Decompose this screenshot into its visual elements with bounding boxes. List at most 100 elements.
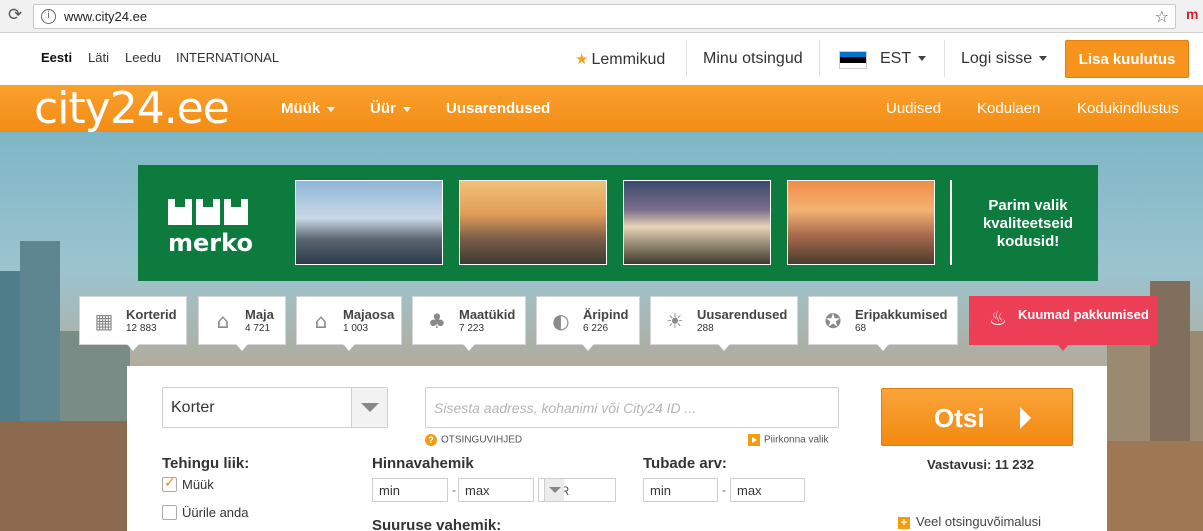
top-navigation: Eesti Läti Leedu INTERNATIONAL ★ Lemmikud… [0, 33, 1203, 85]
deal-sale-checkbox[interactable] [162, 475, 177, 492]
flame-icon: ♨ [989, 306, 1007, 330]
category-house-part[interactable]: ⌂ Majaosa 1 003 [296, 296, 402, 351]
merko-banner[interactable]: merko Parim valik kvaliteetseid kodusid! [138, 165, 1098, 281]
language-dropdown[interactable]: EST [880, 50, 927, 68]
new-development-icon: ☀ [666, 309, 684, 333]
site-info-icon[interactable]: i [41, 9, 56, 24]
add-listing-button[interactable]: Lisa kuulutus [1065, 40, 1189, 78]
deal-type-label: Tehingu liik: [162, 455, 250, 472]
currency-select[interactable]: EUR [538, 478, 616, 502]
category-count: 12 883 [126, 323, 157, 334]
reload-icon[interactable]: ⟳ [8, 5, 22, 25]
more-options-label: Veel otsinguvõimalusi [916, 514, 1042, 529]
lang-international[interactable]: INTERNATIONAL [176, 50, 279, 65]
address-bar[interactable]: i www.city24.ee ☆ [33, 4, 1176, 29]
category-count: 68 [855, 323, 867, 334]
building-photo [623, 180, 771, 265]
main-navigation: city24.ee Müük Üür Uusarendused Uudised … [0, 85, 1203, 132]
bookmark-star-icon[interactable]: ☆ [1155, 7, 1169, 26]
more-options-link[interactable]: + Veel otsinguvõimalusi [898, 514, 1041, 529]
category-count: 288 [697, 323, 714, 334]
favorites-star-icon: ★ [575, 50, 589, 68]
language-label: EST [880, 50, 912, 67]
category-commercial[interactable]: ◐ Äripind 6 226 [536, 296, 640, 351]
estonia-flag-icon[interactable] [839, 51, 867, 69]
login-label: Logi sisse [961, 50, 1033, 67]
property-type-value: Korter [171, 399, 215, 416]
category-count: 4 721 [245, 323, 271, 334]
divider [819, 40, 820, 77]
category-hot-offers[interactable]: ♨ Kuumad pakkumised [969, 296, 1157, 351]
lang-lati[interactable]: Läti [88, 50, 109, 65]
building-photo [295, 180, 443, 265]
special-offer-icon: ✪ [824, 309, 842, 333]
my-searches-link[interactable]: Minu otsingud [703, 50, 803, 68]
category-new-developments[interactable]: ☀ Uusarendused 288 [650, 296, 798, 351]
deal-sale-label[interactable]: Müük [182, 477, 214, 492]
chevron-down-icon [1039, 56, 1048, 62]
category-count: 6 226 [583, 323, 609, 334]
house-icon: ⌂ [216, 309, 230, 333]
nav-home-insurance[interactable]: Kodukindlustus [1077, 100, 1179, 117]
category-apartments[interactable]: ▦ Korterid 12 883 [79, 296, 187, 351]
category-label: Äripind [583, 307, 629, 322]
chevron-down-icon [544, 479, 564, 501]
category-special-offers[interactable]: ✪ Eripakkumised 68 [808, 296, 958, 351]
category-label: Majaosa [343, 307, 395, 322]
banner-tagline: Parim valik kvaliteetseid kodusid! [982, 197, 1074, 250]
login-dropdown[interactable]: Logi sisse [961, 50, 1048, 68]
rooms-min-input[interactable] [643, 478, 718, 502]
category-label: Uusarendused [697, 307, 788, 322]
divider [950, 180, 952, 265]
deal-rent-checkbox[interactable] [162, 505, 177, 520]
range-dash: - [452, 483, 456, 497]
range-dash: - [722, 483, 726, 497]
area-selection-link[interactable]: Piirkonna valik [748, 434, 828, 446]
building-image [0, 421, 127, 531]
chevron-down-icon [402, 106, 411, 112]
house-part-icon: ⌂ [314, 309, 328, 333]
nav-rent[interactable]: Üür [370, 100, 411, 117]
price-range-label: Hinnavahemik [372, 455, 474, 472]
site-logo[interactable]: city24.ee [34, 85, 230, 132]
favorites-link[interactable]: ★ Lemmikud [575, 50, 665, 69]
category-land[interactable]: ♣ Maatükid 7 223 [412, 296, 526, 351]
price-max-input[interactable] [458, 478, 534, 502]
merko-brand: merko [168, 229, 253, 257]
plus-icon: + [898, 516, 910, 529]
nav-sale[interactable]: Müük [281, 100, 336, 117]
play-icon [748, 434, 760, 446]
address-search-input[interactable] [425, 387, 839, 428]
nav-news[interactable]: Uudised [886, 100, 941, 117]
divider [686, 40, 687, 77]
lang-leedu[interactable]: Leedu [125, 50, 161, 65]
browser-toolbar: ⟳ i www.city24.ee ☆ m [0, 0, 1203, 33]
area-selection-label: Piirkonna valik [764, 434, 829, 446]
search-button[interactable]: Otsi [881, 388, 1073, 446]
category-label: Maja [245, 307, 274, 322]
search-button-label: Otsi [934, 403, 985, 433]
chevron-down-icon[interactable] [351, 388, 387, 427]
lang-eesti[interactable]: Eesti [41, 50, 72, 65]
apartment-icon: ▦ [94, 309, 114, 333]
rooms-label: Tubade arv: [643, 455, 727, 472]
land-icon: ♣ [428, 309, 446, 333]
favorites-label: Lemmikud [591, 51, 666, 68]
divider [944, 40, 945, 77]
category-house[interactable]: ⌂ Maja 4 721 [198, 296, 286, 351]
search-tips-link[interactable]: ? OTSINGUVIHJED [425, 434, 522, 446]
url-text[interactable]: www.city24.ee [64, 9, 147, 24]
property-type-select[interactable]: Korter [162, 387, 388, 428]
building-image [1107, 441, 1203, 531]
nav-home-loan[interactable]: Kodulaen [977, 100, 1040, 117]
nav-new-developments[interactable]: Uusarendused [446, 100, 550, 117]
extension-icon[interactable]: m [1186, 6, 1198, 22]
chevron-down-icon [327, 106, 336, 112]
search-tips-label: OTSINGUVIHJED [441, 434, 523, 446]
category-count: 1 003 [343, 323, 369, 334]
price-min-input[interactable] [372, 478, 448, 502]
category-label: Eripakkumised [855, 307, 948, 322]
rooms-max-input[interactable] [730, 478, 805, 502]
nav-rent-label: Üür [370, 100, 396, 117]
deal-rent-label[interactable]: Üürile anda [182, 505, 249, 520]
